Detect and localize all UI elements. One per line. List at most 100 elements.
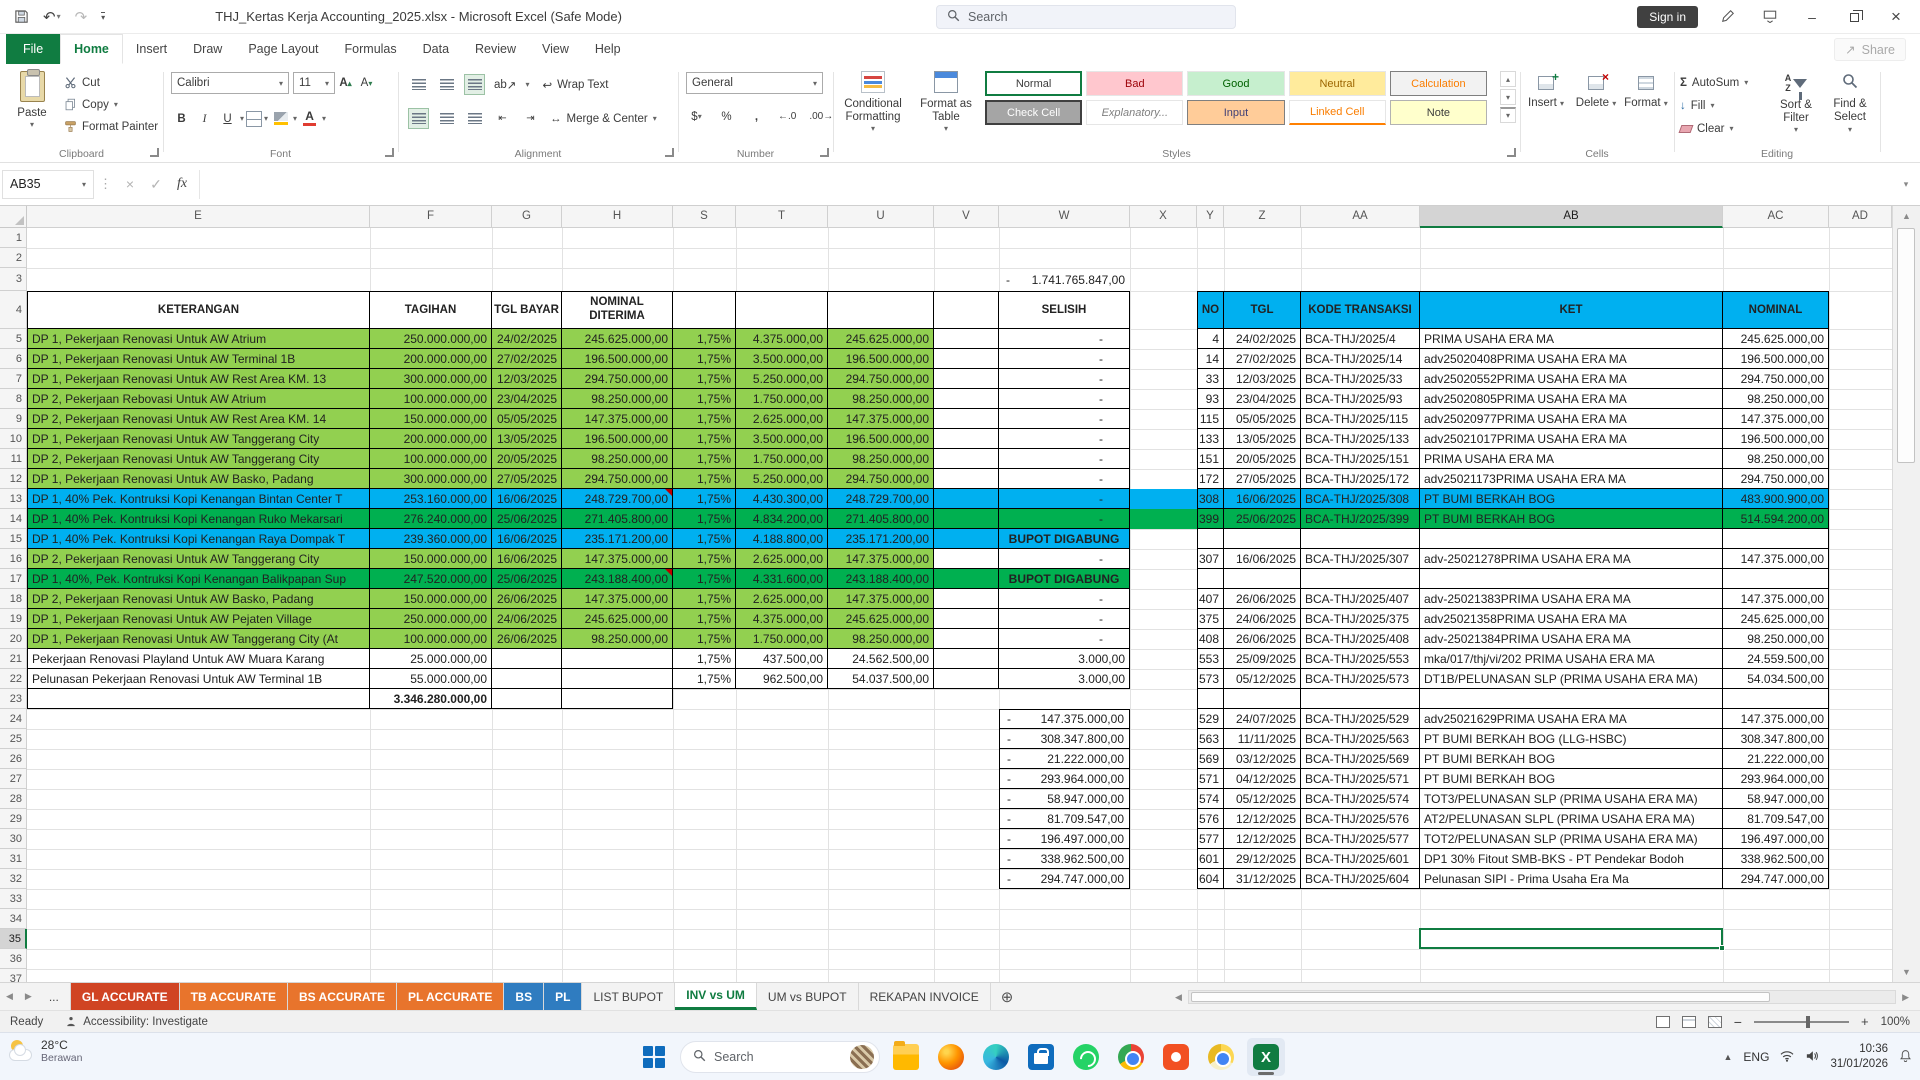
cell-AA16[interactable]: BCA-THJ/2025/307 <box>1301 549 1420 569</box>
cell-E10[interactable]: DP 1, Pekerjaan Renovasi Untuk AW Tangge… <box>27 429 370 449</box>
enter-icon[interactable]: ✓ <box>143 176 169 193</box>
row-header-17[interactable]: 17 <box>0 569 27 589</box>
cell-U9[interactable]: 147.375.000,00 <box>828 409 934 429</box>
row-header-7[interactable]: 7 <box>0 369 27 389</box>
cell-AB25[interactable]: PT BUMI BERKAH BOG (LLG-HSBC) <box>1420 729 1723 749</box>
taskbar-store-icon[interactable] <box>1022 1038 1060 1076</box>
cell-E4[interactable]: KETERANGAN <box>27 291 370 329</box>
cell-W8[interactable]: - <box>999 389 1130 409</box>
cell-W29[interactable]: -81.709.547,00 <box>999 809 1130 829</box>
cell-AA6[interactable]: BCA-THJ/2025/14 <box>1301 349 1420 369</box>
cell-G16[interactable]: 16/06/2025 <box>492 549 562 569</box>
grow-font-button[interactable]: A▴ <box>335 73 356 94</box>
cell-E7[interactable]: DP 1, Pekerjaan Renovasi Untuk AW Rest A… <box>27 369 370 389</box>
cell-H18[interactable]: 147.375.000,00 <box>562 589 673 609</box>
cell-H10[interactable]: 196.500.000,00 <box>562 429 673 449</box>
sort-filter-button[interactable]: AZ Sort & Filter▾ <box>1770 66 1822 134</box>
cell-Z13[interactable]: 16/06/2025 <box>1224 489 1301 509</box>
format-painter-button[interactable]: Format Painter <box>64 117 158 136</box>
cell-AA26[interactable]: BCA-THJ/2025/569 <box>1301 749 1420 769</box>
column-header-G[interactable]: G <box>492 206 562 228</box>
zoom-handle[interactable] <box>1806 1016 1810 1028</box>
scroll-down-icon[interactable]: ▼ <box>1893 962 1920 982</box>
tray-overflow-icon[interactable]: ▲ <box>1724 1052 1733 1062</box>
cell-W17[interactable]: BUPOT DIGABUNG <box>999 569 1130 589</box>
cell-W9[interactable]: - <box>999 409 1130 429</box>
row-header-2[interactable]: 2 <box>0 248 27 268</box>
cell-AC28[interactable]: 58.947.000,00 <box>1723 789 1829 809</box>
fill-button[interactable]: ↓Fill▾ <box>1680 96 1748 115</box>
cell-AB7[interactable]: adv25020552PRIMA USAHA ERA MA <box>1420 369 1723 389</box>
cell-AC26[interactable]: 21.222.000,00 <box>1723 749 1829 769</box>
cell-AA23[interactable] <box>1301 689 1420 709</box>
row-header-26[interactable]: 26 <box>0 749 27 769</box>
cell-AB5[interactable]: PRIMA USAHA ERA MA <box>1420 329 1723 349</box>
cell-Z32[interactable]: 31/12/2025 <box>1224 869 1301 889</box>
paste-button[interactable]: Paste▾ <box>4 64 60 129</box>
save-icon[interactable] <box>14 9 29 24</box>
cell-U21[interactable]: 24.562.500,00 <box>828 649 934 669</box>
page-layout-view-icon[interactable] <box>1682 1016 1696 1028</box>
cell-H5[interactable]: 245.625.000,00 <box>562 329 673 349</box>
row-header-30[interactable]: 30 <box>0 829 27 849</box>
cell-Z26[interactable]: 03/12/2025 <box>1224 749 1301 769</box>
increase-decimal-icon[interactable]: ←.0 <box>776 106 798 127</box>
column-header-AA[interactable]: AA <box>1301 206 1420 228</box>
cell-AC4[interactable]: NOMINAL <box>1723 291 1829 329</box>
cell-T11[interactable]: 1.750.000,00 <box>736 449 828 469</box>
page-break-view-icon[interactable] <box>1708 1016 1722 1028</box>
cell-S12[interactable]: 1,75% <box>673 469 736 489</box>
cell-U5[interactable]: 245.625.000,00 <box>828 329 934 349</box>
cell-F6[interactable]: 200.000.000,00 <box>370 349 492 369</box>
cell-V19[interactable] <box>934 609 999 629</box>
comma-style-icon[interactable]: , <box>746 106 767 127</box>
cell-G10[interactable]: 13/05/2025 <box>492 429 562 449</box>
row-header-8[interactable]: 8 <box>0 389 27 409</box>
cell-Z6[interactable]: 27/02/2025 <box>1224 349 1301 369</box>
sheet-tab--[interactable]: ... <box>38 983 71 1010</box>
cancel-icon[interactable]: × <box>117 176 143 192</box>
cell-F4[interactable]: TAGIHAN <box>370 291 492 329</box>
cell-AA19[interactable]: BCA-THJ/2025/375 <box>1301 609 1420 629</box>
cell-X13[interactable] <box>1130 489 1197 509</box>
cell-V9[interactable] <box>934 409 999 429</box>
name-box[interactable]: AB35▾ <box>2 170 94 199</box>
cell-H9[interactable]: 147.375.000,00 <box>562 409 673 429</box>
cell-G20[interactable]: 26/06/2025 <box>492 629 562 649</box>
cell-V12[interactable] <box>934 469 999 489</box>
cell-W20[interactable]: - <box>999 629 1130 649</box>
taskbar-edge-icon[interactable] <box>977 1038 1015 1076</box>
cell-Y11[interactable]: 151 <box>1197 449 1224 469</box>
cell-Y14[interactable]: 399 <box>1197 509 1224 529</box>
cell-W19[interactable]: - <box>999 609 1130 629</box>
orientation-icon[interactable]: ab↗ <box>492 74 518 95</box>
styles-dialog-launcher[interactable] <box>1507 148 1516 157</box>
row-header-22[interactable]: 22 <box>0 669 27 689</box>
sheet-tab-bs-accurate[interactable]: BS ACCURATE <box>288 983 397 1010</box>
cell-Y10[interactable]: 133 <box>1197 429 1224 449</box>
cell-F20[interactable]: 100.000.000,00 <box>370 629 492 649</box>
cell-AA27[interactable]: BCA-THJ/2025/571 <box>1301 769 1420 789</box>
cell-F8[interactable]: 100.000.000,00 <box>370 389 492 409</box>
cell-AB14[interactable]: PT BUMI BERKAH BOG <box>1420 509 1723 529</box>
wrap-text-button[interactable]: ↩Wrap Text <box>542 75 608 94</box>
cell-W3[interactable]: -1.741.765.847,00 <box>999 268 1130 291</box>
cell-U22[interactable]: 54.037.500,00 <box>828 669 934 689</box>
number-dialog-launcher[interactable] <box>820 148 829 157</box>
sheet-nav-left-icon[interactable]: ◀ <box>0 983 19 1010</box>
cell-AB27[interactable]: PT BUMI BERKAH BOG <box>1420 769 1723 789</box>
cell-V4[interactable] <box>934 291 999 329</box>
cell-E11[interactable]: DP 2, Pekerjaan Renovasi Untuk AW Tangge… <box>27 449 370 469</box>
format-cells-button[interactable]: Format ▾ <box>1622 64 1670 109</box>
cell-U7[interactable]: 294.750.000,00 <box>828 369 934 389</box>
cell-Y16[interactable]: 307 <box>1197 549 1224 569</box>
cell-U20[interactable]: 98.250.000,00 <box>828 629 934 649</box>
row-header-4[interactable]: 4 <box>0 291 27 329</box>
cell-Y25[interactable]: 563 <box>1197 729 1224 749</box>
cell-Z21[interactable]: 25/09/2025 <box>1224 649 1301 669</box>
cell-Z12[interactable]: 27/05/2025 <box>1224 469 1301 489</box>
cell-E13[interactable]: DP 1, 40% Pek. Kontruksi Kopi Kenangan B… <box>27 489 370 509</box>
row-header-23[interactable]: 23 <box>0 689 27 709</box>
row-header-21[interactable]: 21 <box>0 649 27 669</box>
column-header-S[interactable]: S <box>673 206 736 228</box>
